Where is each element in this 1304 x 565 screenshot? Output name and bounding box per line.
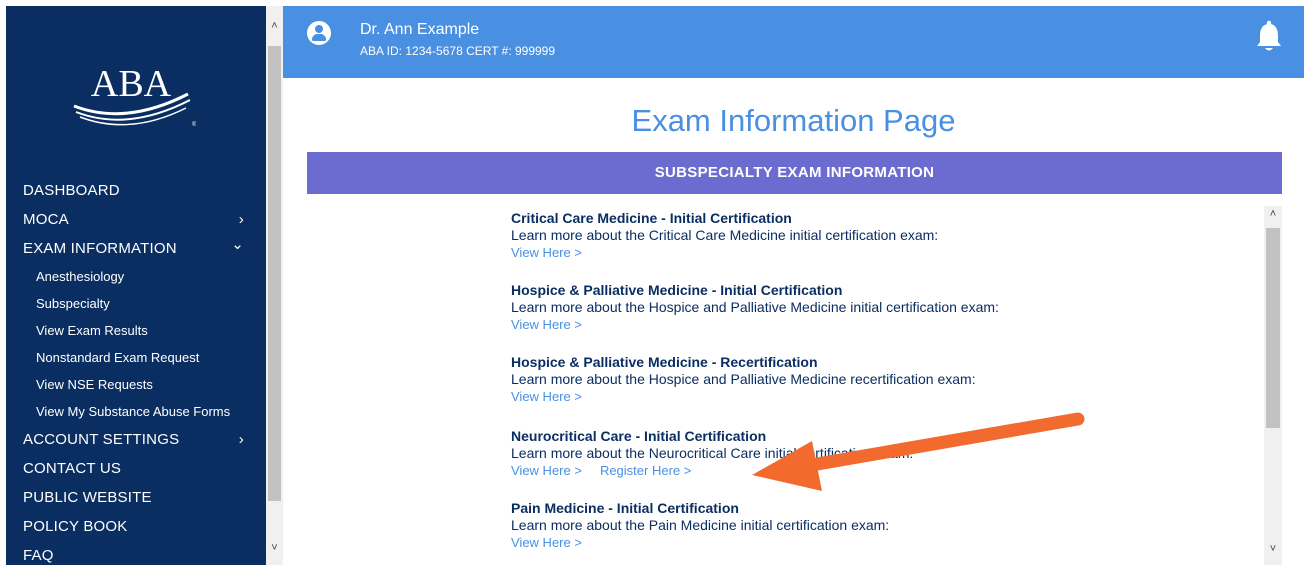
- sidebar-item-label: MOCA: [23, 211, 69, 228]
- exam-description: Learn more about the Critical Care Medic…: [511, 227, 939, 243]
- sidebar-item-contact-us[interactable]: CONTACT US: [6, 454, 266, 483]
- sidebar-item-faq[interactable]: FAQ: [6, 541, 266, 565]
- exam-title: Pain Medicine - Initial Certification: [511, 500, 739, 516]
- app-window: ABA ® DASHBOARD MOCA › EXAM INFORMATION ⌄ …: [0, 0, 1304, 565]
- content-scrollbar[interactable]: ˄ ˅: [1264, 206, 1282, 565]
- exam-title: Neurocritical Care - Initial Certificati…: [511, 428, 767, 444]
- view-here-link[interactable]: View Here >: [511, 317, 582, 332]
- exam-description: Learn more about the Pain Medicine initi…: [511, 517, 890, 533]
- chevron-down-icon: ⌄: [231, 236, 244, 253]
- sidebar-item-label: EXAM INFORMATION: [23, 240, 177, 257]
- sidebar-item-moca[interactable]: MOCA ›: [6, 205, 266, 234]
- sidebar-subitem-nonstandard-exam-request[interactable]: Nonstandard Exam Request: [6, 344, 266, 371]
- bell-icon[interactable]: [1254, 20, 1284, 54]
- exam-description: Learn more about the Neurocritical Care …: [511, 445, 914, 461]
- top-header: Dr. Ann Example ABA ID: 1234-5678 CERT #…: [283, 6, 1304, 78]
- sidebar-item-label: DASHBOARD: [23, 182, 120, 199]
- sidebar-subitem-view-exam-results[interactable]: View Exam Results: [6, 317, 266, 344]
- sidebar-subitem-anesthesiology[interactable]: Anesthesiology: [6, 263, 266, 290]
- view-here-link[interactable]: View Here >: [511, 463, 582, 478]
- scroll-down-icon[interactable]: ˅: [1264, 543, 1282, 555]
- exam-title: Critical Care Medicine - Initial Certifi…: [511, 210, 792, 226]
- list-item: Neurocritical Care - Initial Certificati…: [511, 428, 1211, 480]
- list-item: Critical Care Medicine - Initial Certifi…: [511, 210, 1211, 262]
- user-id-cert: ABA ID: 1234-5678 CERT #: 999999: [360, 44, 556, 58]
- exam-list: Critical Care Medicine - Initial Certifi…: [307, 194, 1282, 565]
- aba-logo[interactable]: ABA ®: [66, 54, 197, 144]
- exam-title: Hospice & Palliative Medicine - Recertif…: [511, 354, 818, 370]
- view-here-link[interactable]: View Here >: [511, 389, 582, 404]
- list-item: Hospice & Palliative Medicine - Recertif…: [511, 354, 1211, 406]
- scrollbar-thumb[interactable]: [268, 46, 281, 501]
- scroll-up-icon[interactable]: ˄: [1264, 208, 1282, 220]
- svg-text:®: ®: [192, 121, 196, 128]
- user-avatar-icon[interactable]: [307, 21, 331, 45]
- sidebar-item-account-settings[interactable]: ACCOUNT SETTINGS ›: [6, 425, 266, 454]
- sidebar-item-public-website[interactable]: PUBLIC WEBSITE: [6, 483, 266, 512]
- sidebar: ABA ® DASHBOARD MOCA › EXAM INFORMATION ⌄ …: [6, 6, 266, 565]
- svg-text:ABA: ABA: [91, 63, 172, 105]
- exam-title: Hospice & Palliative Medicine - Initial …: [511, 282, 843, 298]
- sidebar-subitem-subspecialty[interactable]: Subspecialty: [6, 290, 266, 317]
- sidebar-subitem-view-nse-requests[interactable]: View NSE Requests: [6, 371, 266, 398]
- user-name: Dr. Ann Example: [360, 21, 480, 38]
- sidebar-item-dashboard[interactable]: DASHBOARD: [6, 176, 266, 205]
- register-here-link[interactable]: Register Here >: [600, 463, 691, 478]
- sidebar-item-label: ACCOUNT SETTINGS: [23, 431, 180, 448]
- view-here-link[interactable]: View Here >: [511, 245, 582, 260]
- exam-description: Learn more about the Hospice and Palliat…: [511, 299, 999, 315]
- scrollbar-thumb[interactable]: [1266, 228, 1280, 428]
- sidebar-nav: DASHBOARD MOCA › EXAM INFORMATION ⌄ Anesth…: [6, 176, 266, 565]
- section-banner: SUBSPECIALTY EXAM INFORMATION: [307, 152, 1282, 194]
- page-title: Exam Information Page: [631, 103, 956, 138]
- sidebar-item-label: PUBLIC WEBSITE: [23, 489, 152, 506]
- exam-description: Learn more about the Hospice and Palliat…: [511, 371, 976, 387]
- scroll-up-icon[interactable]: ˄: [266, 20, 283, 32]
- sidebar-item-policy-book[interactable]: POLICY BOOK: [6, 512, 266, 541]
- view-here-link[interactable]: View Here >: [511, 535, 582, 550]
- scroll-down-icon[interactable]: ˅: [266, 542, 283, 554]
- sidebar-item-label: POLICY BOOK: [23, 518, 128, 535]
- sidebar-scrollbar[interactable]: ˄ ˅: [266, 6, 283, 565]
- sidebar-item-exam-information[interactable]: EXAM INFORMATION ⌄: [6, 234, 266, 263]
- sidebar-subitem-substance-abuse-forms[interactable]: View My Substance Abuse Forms: [6, 398, 266, 425]
- chevron-right-icon: ›: [238, 431, 244, 448]
- list-item: Pain Medicine - Initial Certification Le…: [511, 500, 1211, 552]
- list-item: Hospice & Palliative Medicine - Initial …: [511, 282, 1211, 334]
- sidebar-item-label: FAQ: [23, 547, 54, 564]
- sidebar-item-label: CONTACT US: [23, 460, 122, 477]
